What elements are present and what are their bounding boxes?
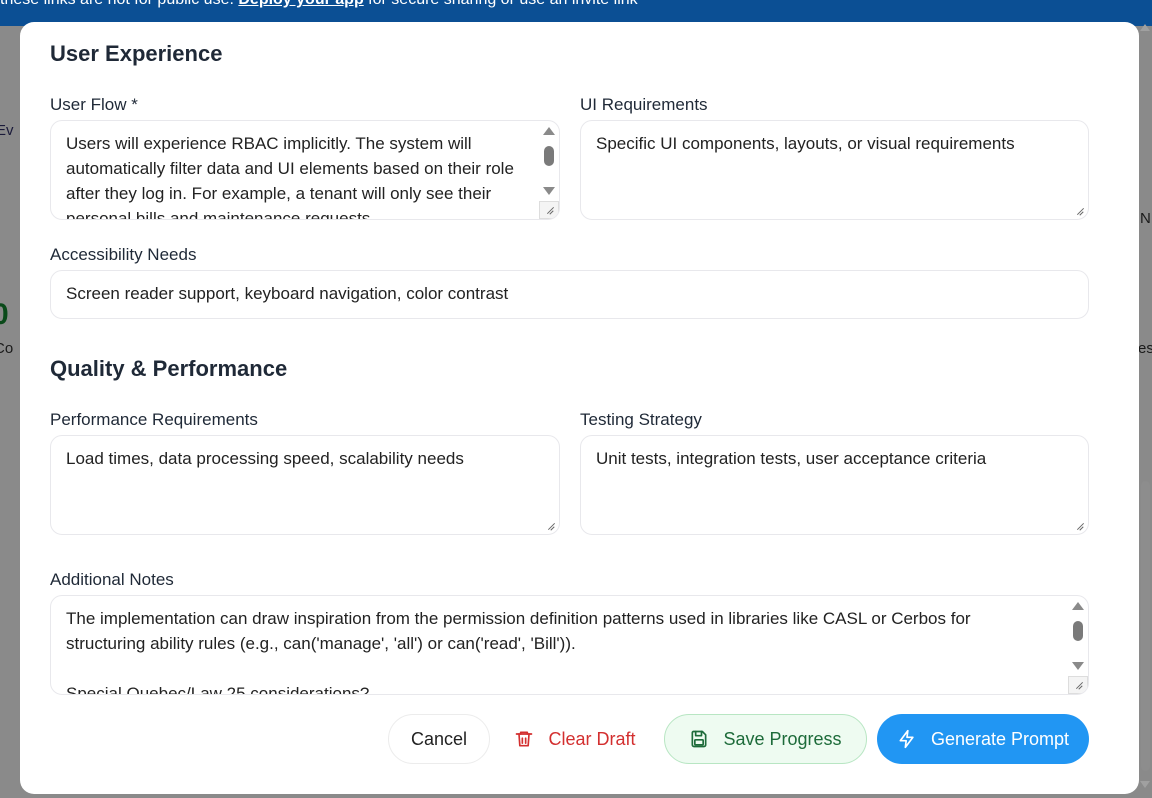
generate-prompt-label: Generate Prompt xyxy=(930,728,1070,749)
user-flow-scrollbar[interactable] xyxy=(539,121,559,219)
performance-label: Performance Requirements xyxy=(50,410,258,429)
ui-requirements-placeholder: Specific UI components, layouts, or visu… xyxy=(596,134,1015,153)
page-scroll-thumb[interactable] xyxy=(1141,481,1150,771)
scroll-down-icon[interactable] xyxy=(1072,662,1084,670)
scroll-thumb[interactable] xyxy=(1073,621,1083,641)
additional-notes-textarea[interactable]: The implementation can draw inspiration … xyxy=(50,595,1089,695)
background-fragment: 0 xyxy=(0,298,9,331)
performance-placeholder: Load times, data processing speed, scala… xyxy=(66,449,464,468)
resize-handle-icon[interactable] xyxy=(1068,676,1088,694)
cancel-label: Cancel xyxy=(410,728,468,749)
additional-notes-value: The implementation can draw inspiration … xyxy=(66,609,971,695)
resize-handle-icon[interactable] xyxy=(1076,523,1084,531)
save-icon xyxy=(689,729,709,749)
lightning-icon xyxy=(897,729,917,749)
ui-requirements-textarea[interactable]: Specific UI components, layouts, or visu… xyxy=(580,120,1089,220)
quality-performance-title: Quality & Performance xyxy=(50,356,288,381)
performance-textarea[interactable]: Load times, data processing speed, scala… xyxy=(50,435,560,535)
scroll-down-icon[interactable] xyxy=(543,187,555,195)
prompt-builder-modal: User Experience User Flow * Users will e… xyxy=(20,22,1139,794)
resize-handle-icon[interactable] xyxy=(1076,208,1084,216)
accessibility-input[interactable]: Screen reader support, keyboard navigati… xyxy=(50,270,1089,319)
testing-placeholder: Unit tests, integration tests, user acce… xyxy=(596,449,987,468)
user-flow-textarea[interactable]: Users will experience RBAC implicitly. T… xyxy=(50,120,560,220)
generate-prompt-button[interactable]: Generate Prompt xyxy=(877,714,1089,764)
banner-suffix: for secure sharing or use an invite link xyxy=(368,0,637,8)
scroll-up-icon[interactable] xyxy=(1072,602,1084,610)
cancel-button[interactable]: Cancel xyxy=(388,714,490,764)
save-progress-label: Save Progress xyxy=(723,728,842,749)
user-flow-value: Users will experience RBAC implicitly. T… xyxy=(66,134,519,220)
page-scrollbar[interactable] xyxy=(1138,0,1152,798)
clear-draft-button[interactable]: Clear Draft xyxy=(500,714,650,764)
background-fragment: Co xyxy=(0,340,14,357)
trash-icon xyxy=(514,729,534,749)
additional-notes-scrollbar[interactable] xyxy=(1068,596,1088,694)
additional-notes-label: Additional Notes xyxy=(50,570,174,589)
background-fragment: Ev xyxy=(0,122,14,139)
testing-label: Testing Strategy xyxy=(580,410,702,429)
resize-handle-icon[interactable] xyxy=(539,201,559,219)
save-progress-button[interactable]: Save Progress xyxy=(664,714,867,764)
scroll-up-icon[interactable] xyxy=(543,127,555,135)
accessibility-placeholder: Screen reader support, keyboard navigati… xyxy=(66,284,509,303)
user-flow-label: User Flow * xyxy=(50,95,138,114)
scroll-down-icon[interactable] xyxy=(1140,781,1150,788)
resize-handle-icon[interactable] xyxy=(547,523,555,531)
clear-draft-label: Clear Draft xyxy=(548,728,636,749)
testing-textarea[interactable]: Unit tests, integration tests, user acce… xyxy=(580,435,1089,535)
ui-requirements-label: UI Requirements xyxy=(580,95,708,114)
user-experience-title: User Experience xyxy=(50,41,223,66)
deploy-app-link[interactable]: Deploy your app xyxy=(238,0,363,8)
banner-text: these links are not for public use. xyxy=(0,0,234,8)
scroll-thumb[interactable] xyxy=(544,146,554,166)
scroll-up-icon[interactable] xyxy=(1140,24,1150,31)
accessibility-label: Accessibility Needs xyxy=(50,245,197,264)
